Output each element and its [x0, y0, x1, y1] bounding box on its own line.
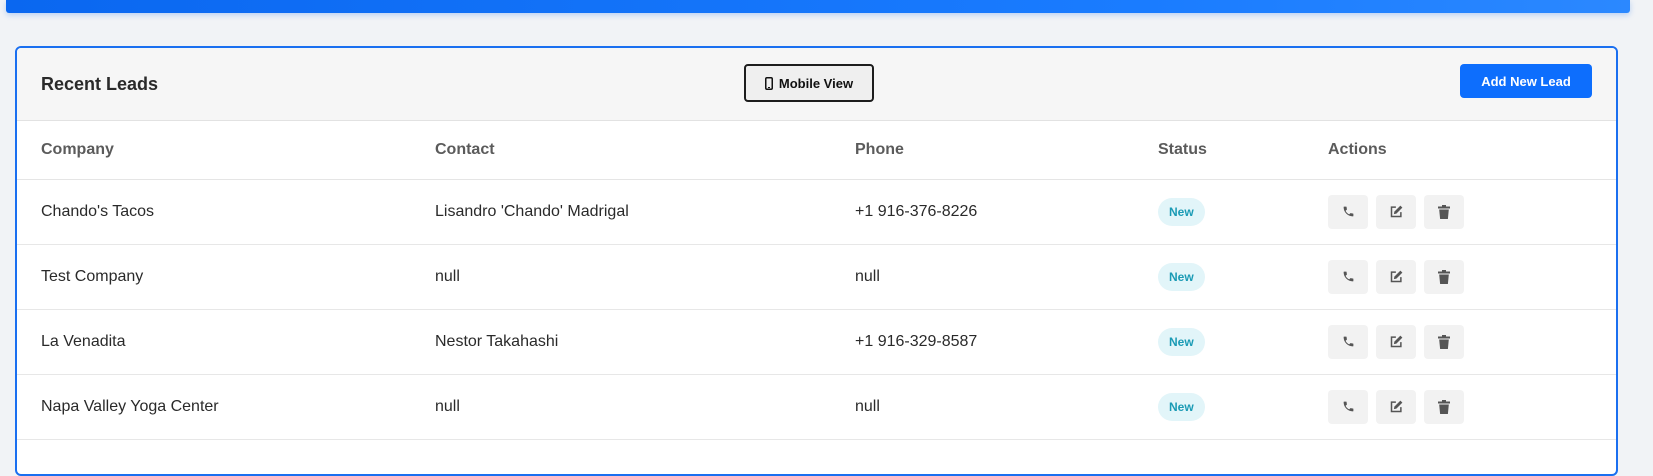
- company-cell: Chando's Tacos: [17, 179, 411, 245]
- mobile-view-button[interactable]: Mobile View: [744, 64, 874, 102]
- delete-button[interactable]: [1424, 194, 1464, 229]
- table-row: La Venadita Nestor Takahashi +1 916-329-…: [17, 309, 1616, 375]
- phone-icon: [1342, 205, 1355, 218]
- edit-button[interactable]: [1376, 389, 1416, 424]
- delete-button[interactable]: [1424, 259, 1464, 294]
- call-button[interactable]: [1328, 194, 1368, 229]
- status-badge: New: [1158, 262, 1205, 291]
- table-header-row: Company Contact Phone Status Actions: [17, 121, 1616, 180]
- edit-icon: [1389, 204, 1404, 219]
- column-header-phone: Phone: [831, 121, 1134, 180]
- phone-icon: [1342, 270, 1355, 283]
- column-header-status: Status: [1134, 121, 1304, 180]
- column-header-company: Company: [17, 121, 411, 180]
- table-row: Chando's Tacos Lisandro 'Chando' Madriga…: [17, 179, 1616, 245]
- edit-icon: [1389, 399, 1404, 414]
- company-cell: Napa Valley Yoga Center: [17, 374, 411, 440]
- card-title: Recent Leads: [41, 74, 159, 94]
- status-cell: New: [1134, 374, 1304, 440]
- call-button[interactable]: [1328, 259, 1368, 294]
- phone-cell: +1 916-329-8587: [831, 309, 1134, 375]
- company-cell: Test Company: [17, 244, 411, 310]
- column-header-actions: Actions: [1304, 121, 1616, 180]
- column-header-contact: Contact: [411, 121, 831, 180]
- contact-cell: Lisandro 'Chando' Madrigal: [411, 179, 831, 245]
- actions-cell: [1304, 179, 1616, 245]
- contact-cell: null: [411, 374, 831, 440]
- delete-button[interactable]: [1424, 324, 1464, 359]
- phone-cell: null: [831, 244, 1134, 310]
- actions-cell: [1304, 309, 1616, 375]
- trash-icon: [1438, 399, 1450, 414]
- status-cell: New: [1134, 244, 1304, 310]
- actions-cell: [1304, 244, 1616, 310]
- table-row: Test Company null null New: [17, 244, 1616, 310]
- table-row: Napa Valley Yoga Center null null New: [17, 374, 1616, 440]
- phone-cell: +1 916-376-8226: [831, 179, 1134, 245]
- add-new-lead-button[interactable]: Add New Lead: [1460, 64, 1592, 98]
- card-header: Recent Leads Mobile View Add New Lead: [17, 48, 1616, 121]
- mobile-view-label: Mobile View: [778, 75, 854, 91]
- trash-icon: [1438, 269, 1450, 284]
- edit-button[interactable]: [1376, 259, 1416, 294]
- leads-table: Company Contact Phone Status Actions Cha…: [17, 121, 1616, 440]
- contact-cell: Nestor Takahashi: [411, 309, 831, 375]
- mobile-phone-icon: [764, 76, 773, 90]
- call-button[interactable]: [1328, 324, 1368, 359]
- status-badge: New: [1158, 197, 1205, 226]
- edit-icon: [1389, 269, 1404, 284]
- status-cell: New: [1134, 179, 1304, 245]
- edit-button[interactable]: [1376, 194, 1416, 229]
- trash-icon: [1438, 204, 1450, 219]
- phone-cell: null: [831, 374, 1134, 440]
- contact-cell: null: [411, 244, 831, 310]
- edit-button[interactable]: [1376, 324, 1416, 359]
- phone-icon: [1342, 400, 1355, 413]
- status-cell: New: [1134, 309, 1304, 375]
- recent-leads-card: Recent Leads Mobile View Add New Lead Co…: [15, 46, 1618, 476]
- company-cell: La Venadita: [17, 309, 411, 375]
- actions-cell: [1304, 374, 1616, 440]
- edit-icon: [1389, 334, 1404, 349]
- call-button[interactable]: [1328, 389, 1368, 424]
- phone-icon: [1342, 335, 1355, 348]
- top-nav-bar: [6, 0, 1630, 13]
- trash-icon: [1438, 334, 1450, 349]
- status-badge: New: [1158, 327, 1205, 356]
- delete-button[interactable]: [1424, 389, 1464, 424]
- status-badge: New: [1158, 392, 1205, 421]
